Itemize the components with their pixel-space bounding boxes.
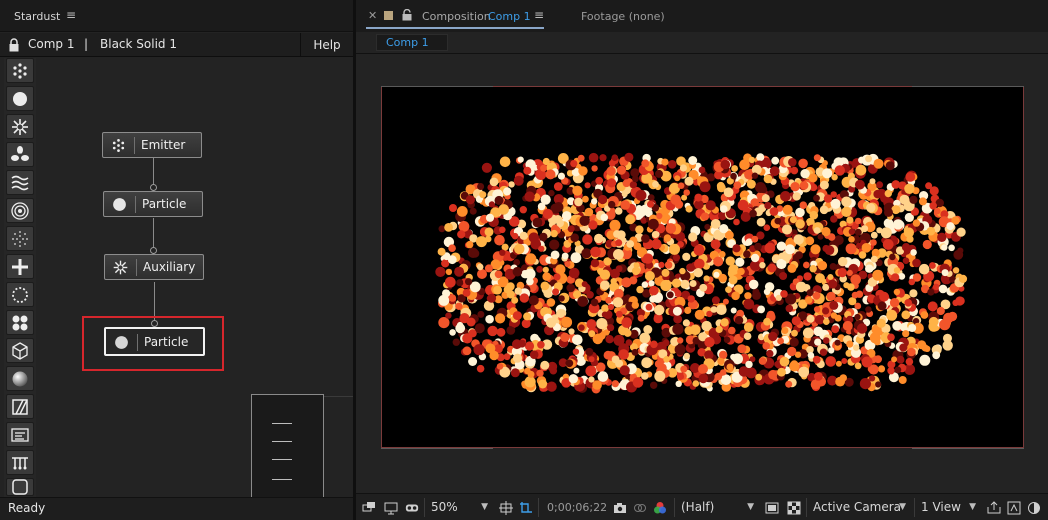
output-port[interactable]: [150, 247, 157, 254]
toggle-transparency-icon[interactable]: [764, 499, 780, 516]
sparkle-icon[interactable]: [6, 226, 34, 251]
close-icon[interactable]: ✕: [368, 9, 377, 22]
label-color-swatch[interactable]: [384, 11, 393, 20]
node-label: Auxiliary: [143, 260, 196, 274]
dotted-circle-icon[interactable]: [6, 282, 34, 307]
particle-icon[interactable]: [6, 86, 34, 111]
cluster-icon[interactable]: [6, 310, 34, 335]
resolution-dropdown[interactable]: (Half) ▼: [674, 498, 760, 517]
node-auxiliary[interactable]: Auxiliary: [104, 254, 204, 280]
cube-icon[interactable]: [6, 338, 34, 363]
rounded-square-icon[interactable]: [6, 478, 34, 496]
fit-frame-icon[interactable]: [498, 499, 514, 516]
view-layout-value: 1 View: [921, 500, 961, 514]
stardust-header: Comp 1 | Black Solid 1 Help: [0, 33, 353, 57]
unlock-icon[interactable]: [402, 9, 412, 21]
breadcrumb-separator: |: [84, 37, 89, 51]
monitor-icon[interactable]: [384, 499, 398, 516]
reset-exposure-icon[interactable]: [1006, 499, 1022, 516]
comp-name: Comp 1: [28, 37, 75, 51]
magnification-dropdown[interactable]: 50% ▼: [424, 498, 494, 517]
node-label: Particle: [142, 197, 187, 211]
sphere-icon[interactable]: [6, 366, 34, 391]
status-text: Ready: [8, 501, 46, 515]
slash-box-icon[interactable]: [6, 394, 34, 419]
composition-tab-label[interactable]: Composition: [422, 10, 491, 23]
list-icon[interactable]: [6, 422, 34, 447]
zoom-value: 50%: [431, 500, 458, 514]
node-particle-selected[interactable]: Particle: [104, 327, 205, 356]
footage-tab[interactable]: Footage (none): [581, 10, 665, 23]
lock-icon[interactable]: [9, 38, 19, 52]
emitter-icon[interactable]: [6, 58, 34, 83]
particle-icon: [110, 195, 129, 214]
view-layout-dropdown[interactable]: 1 View ▼: [914, 498, 982, 517]
composition-viewer[interactable]: [356, 55, 1048, 493]
comp-flowchart-bar: Comp 1: [356, 32, 1048, 54]
stardust-tab-title[interactable]: Stardust: [14, 10, 60, 23]
rings-icon[interactable]: [6, 198, 34, 223]
camera-value: Active Camera: [813, 500, 902, 514]
node-label: Emitter: [141, 138, 186, 152]
transparency-grid-icon[interactable]: [786, 499, 802, 516]
plus-icon[interactable]: [6, 254, 34, 279]
output-port[interactable]: [150, 184, 157, 191]
show-snapshot-icon[interactable]: [632, 499, 648, 516]
composition-tab-bar: ✕ Composition Comp 1 ≡ Footage (none): [356, 0, 1048, 32]
always-preview-icon[interactable]: [362, 499, 376, 516]
render-canvas[interactable]: [381, 86, 1024, 448]
node-preview-panel[interactable]: [251, 394, 324, 498]
node-graph[interactable]: Emitter Particle Auxiliary Particle: [38, 58, 353, 498]
resolution-value: (Half): [681, 500, 715, 514]
share-view-icon[interactable]: [986, 499, 1002, 516]
channels-icon[interactable]: [652, 499, 668, 516]
auxiliary-icon: [111, 258, 130, 277]
stardust-tab-bar: Stardust ≡: [0, 0, 353, 32]
current-time[interactable]: 0;00;06;22: [538, 498, 608, 517]
stardust-panel: Stardust ≡ Comp 1 | Black Solid 1 Help E…: [0, 0, 353, 520]
camera-snapshot-icon[interactable]: [612, 499, 628, 516]
comp-sub-tab[interactable]: Comp 1: [376, 34, 448, 51]
node-emitter[interactable]: Emitter: [102, 132, 202, 158]
status-bar: Ready: [0, 497, 353, 520]
node-label: Particle: [144, 335, 189, 349]
help-button[interactable]: Help: [300, 33, 353, 57]
auxiliary-icon[interactable]: [6, 114, 34, 139]
wave-icon[interactable]: [6, 170, 34, 195]
exposure-icon[interactable]: [1026, 499, 1042, 516]
stardust-toolbar: [4, 58, 36, 498]
viewer-controls: 50% ▼ 0;00;06;22 (Half) ▼ Active Camera ▼: [356, 493, 1048, 520]
node-particle[interactable]: Particle: [103, 191, 203, 217]
composition-panel: ✕ Composition Comp 1 ≡ Footage (none) Co…: [356, 0, 1048, 520]
layer-name: Black Solid 1: [100, 37, 177, 51]
hanging-lines-icon[interactable]: [6, 450, 34, 475]
emitter-icon: [109, 136, 128, 155]
vr-goggles-icon[interactable]: [404, 499, 420, 516]
composition-tab-name[interactable]: Comp 1: [488, 10, 531, 23]
particle-icon: [112, 333, 131, 352]
particle-render: [435, 152, 968, 394]
panel-menu-icon[interactable]: ≡: [534, 8, 544, 22]
camera-dropdown[interactable]: Active Camera ▼: [806, 498, 912, 517]
region-of-interest-icon[interactable]: [518, 499, 534, 516]
fan-force-icon[interactable]: [6, 142, 34, 167]
panel-menu-icon[interactable]: ≡: [66, 8, 76, 22]
